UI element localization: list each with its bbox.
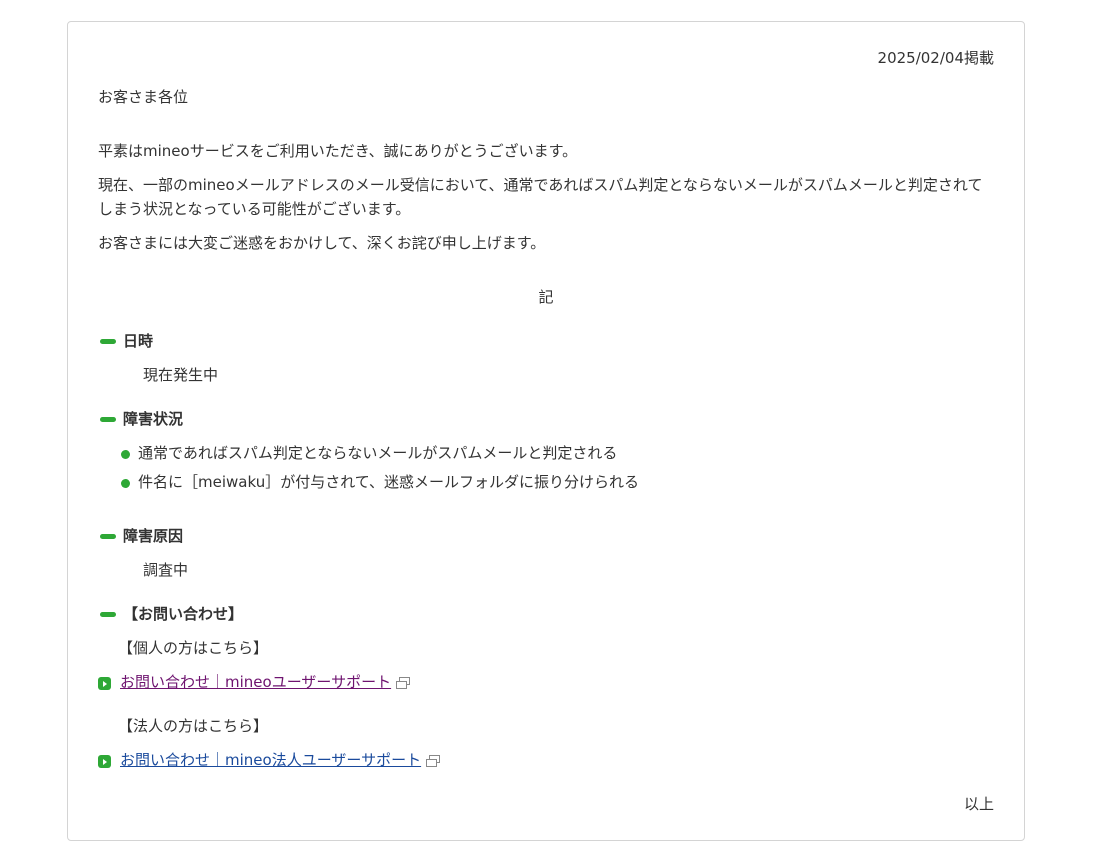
cause-body: 調査中: [143, 561, 189, 579]
datetime-body: 現在発生中: [143, 366, 219, 384]
corporate-label: 【法人の方はこちら】: [118, 717, 269, 735]
heading-text: 【お問い合わせ】: [123, 605, 244, 623]
external-window-icon: [426, 755, 440, 767]
paragraph-2-line-1: 現在、一部のmineoメールアドレスのメール受信において、通常であればスパム判定…: [98, 176, 983, 194]
heading-text: 障害原因: [123, 527, 184, 545]
paragraph-2-line-2: しまう状況となっている可能性がございます。: [98, 200, 411, 218]
paragraph-1: 平素はmineoサービスをご利用いただき、誠にありがとうございます。: [98, 142, 578, 160]
green-bar-icon: [100, 534, 116, 539]
corporate-support-link[interactable]: お問い合わせ｜mineo法人ユーザーサポート: [120, 748, 421, 772]
list-item: 通常であればスパム判定とならないメールがスパムメールと判定される: [138, 444, 618, 462]
heading-text: 障害状況: [123, 410, 184, 428]
green-bar-icon: [100, 612, 116, 617]
greeting: お客さま各位: [98, 88, 189, 106]
posted-date: 2025/02/04掲載: [877, 49, 994, 67]
green-dot-icon: [121, 479, 130, 488]
personal-support-link[interactable]: お問い合わせ｜mineoユーザーサポート: [120, 670, 391, 694]
green-arrow-icon: [98, 755, 111, 768]
heading-text: 日時: [123, 332, 154, 350]
personal-label: 【個人の方はこちら】: [118, 639, 269, 657]
paragraph-2: 現在、一部のmineoメールアドレスのメール受信において、通常であればスパム判定…: [98, 173, 982, 221]
closing-text: 以上: [963, 795, 994, 813]
ki-mark: 記: [538, 288, 554, 306]
green-arrow-icon: [98, 677, 111, 690]
green-bar-icon: [100, 417, 116, 422]
list-item: 件名に［meiwaku］が付与されて、迷惑メールフォルダに振り分けられる: [138, 473, 640, 491]
green-bar-icon: [100, 339, 116, 344]
paragraph-3: お客さまには大変ご迷惑をおかけして、深くお詫び申し上げます。: [98, 234, 546, 252]
green-dot-icon: [121, 450, 130, 459]
notice-card: 2025/02/04掲載 お客さま各位 平素はmineoサービスをご利用いただき…: [67, 21, 1025, 841]
external-window-icon: [396, 677, 410, 689]
